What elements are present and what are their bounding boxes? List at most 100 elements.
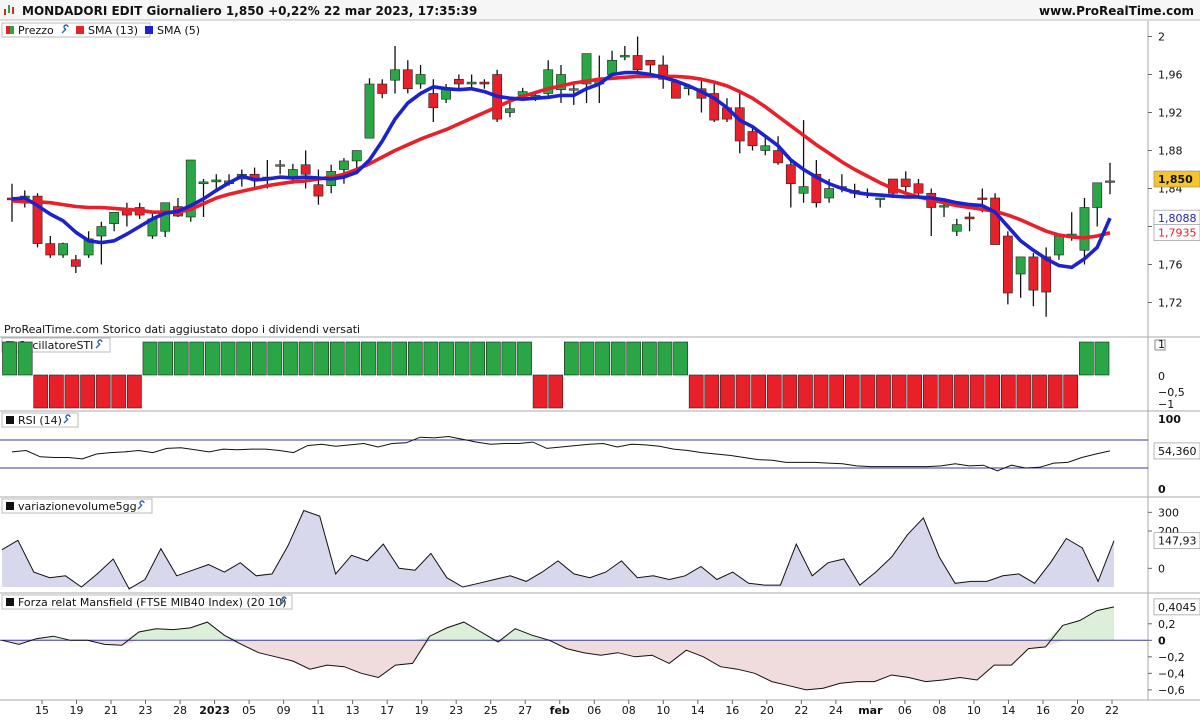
site-link[interactable]: www.ProRealTime.com [1039, 4, 1194, 18]
oscillator-bar [813, 374, 829, 409]
oscillator-bar [938, 374, 954, 409]
x-tick-label: 08 [622, 704, 636, 717]
oscillator-bar [376, 341, 392, 376]
candle-body [734, 107, 745, 142]
candle-body [1028, 256, 1039, 291]
oscillator-bar [95, 374, 111, 409]
candle [926, 188, 937, 236]
volume-tick-label: 0 [1158, 562, 1165, 575]
candle [45, 236, 56, 258]
oscillator-bar [985, 374, 1001, 409]
oscillator-bar [673, 341, 688, 376]
x-tick-label: 10 [656, 704, 670, 717]
oscillator-bar [361, 341, 376, 376]
candle [785, 160, 796, 208]
candle-body [798, 186, 809, 194]
candle-body [415, 74, 426, 85]
oscillator-bar [610, 341, 626, 376]
x-tick-label: 11 [311, 704, 325, 717]
mansfield-tick-label: 0 [1158, 634, 1166, 647]
oscillator-bar [876, 374, 891, 409]
oscillator-bar [407, 341, 423, 376]
sma13-value-badge-text: 1,7935 [1158, 227, 1197, 240]
x-tick-label: 16 [725, 704, 739, 717]
candle-body [900, 178, 911, 187]
candle [1092, 182, 1103, 227]
candle [951, 218, 962, 236]
candle-body [505, 108, 515, 113]
candle-body [58, 243, 68, 256]
candle [364, 78, 375, 139]
mansfield-tick-label: −0,6 [1158, 684, 1185, 697]
candle [390, 46, 400, 94]
mansfield-tick-label: −0,4 [1158, 667, 1185, 680]
x-tick-label: 19 [70, 704, 84, 717]
oscillator-bar [1047, 374, 1063, 409]
oscillator-bar [720, 374, 735, 409]
candle-body [747, 131, 758, 147]
x-tick-label: 15 [35, 704, 49, 717]
candle-body [211, 179, 222, 183]
candle [1028, 253, 1039, 307]
x-tick-label: 28 [173, 704, 187, 717]
candle [122, 202, 132, 227]
oscillator-bar [173, 341, 189, 376]
candle-body [313, 184, 324, 197]
candle-body [1015, 256, 1026, 275]
oscillator-bar [298, 341, 314, 376]
candle-body [645, 59, 656, 66]
mansfield-value-badge-text: 0,4045 [1158, 601, 1197, 614]
mansfield-legend: Forza relat Mansfield (FTSE MIB40 Index)… [1, 594, 293, 610]
x-tick-label: 25 [484, 704, 498, 717]
oscillator-bar [439, 341, 454, 376]
legend-prezzo: Prezzo [18, 24, 54, 37]
x-tick-label: 09 [277, 704, 291, 717]
chart-title: MONDADORI EDIT Giornaliero 1,850 +0,22% … [22, 4, 477, 18]
x-tick-label: 21 [104, 704, 118, 717]
volume-fill [2, 510, 1114, 589]
candle-body [913, 183, 924, 194]
oscillator-bar [922, 374, 938, 409]
oscillator-bar [860, 374, 876, 409]
mansfield-positive-fill [2, 606, 1114, 641]
oscillator-bar [283, 341, 298, 376]
oscillator-bar [470, 341, 486, 376]
legend-mansfield: Forza relat Mansfield (FTSE MIB40 Index)… [18, 596, 287, 609]
oscillator-bar [548, 374, 564, 409]
candle-body [785, 164, 796, 185]
candle [83, 231, 94, 258]
candle-body [824, 188, 835, 199]
candle [619, 46, 630, 61]
candle-body [45, 243, 56, 256]
rsi-tick-label: 100 [1158, 413, 1181, 426]
price-series-icon [6, 26, 14, 34]
x-tick-label: 16 [1036, 704, 1050, 717]
candle [70, 255, 81, 274]
rsi-value-badge-text: 54,360 [1158, 445, 1197, 458]
candle-body [1054, 235, 1064, 256]
candle-body [109, 211, 120, 224]
sma13-swatch-icon [76, 26, 84, 34]
candle-body [300, 164, 311, 175]
oscillator-bar [267, 341, 283, 376]
oscillator-bar [642, 341, 657, 376]
candle [173, 198, 183, 217]
mansfield-negative-fill [2, 640, 1114, 690]
candle [479, 79, 490, 89]
oscillator-bar [236, 341, 251, 376]
oscillator-bar [891, 374, 907, 409]
oscillator-bar [782, 374, 798, 409]
x-tick-label: 10 [967, 704, 981, 717]
x-tick-label: 22 [1105, 704, 1119, 717]
oscillator-bars [2, 341, 1110, 409]
mansfield-tick-label: 0,2 [1158, 618, 1176, 631]
volume-value-badge: 147,93 [1153, 532, 1200, 550]
oscillator-bar [1063, 374, 1079, 409]
oscillator-bar [954, 374, 969, 409]
candle-body [96, 226, 107, 237]
oscillator-bar [1016, 374, 1032, 409]
oscillator-bar [329, 341, 345, 376]
candle-body [1002, 235, 1013, 294]
candle-body [939, 205, 949, 208]
oscillator-bar [111, 374, 127, 409]
